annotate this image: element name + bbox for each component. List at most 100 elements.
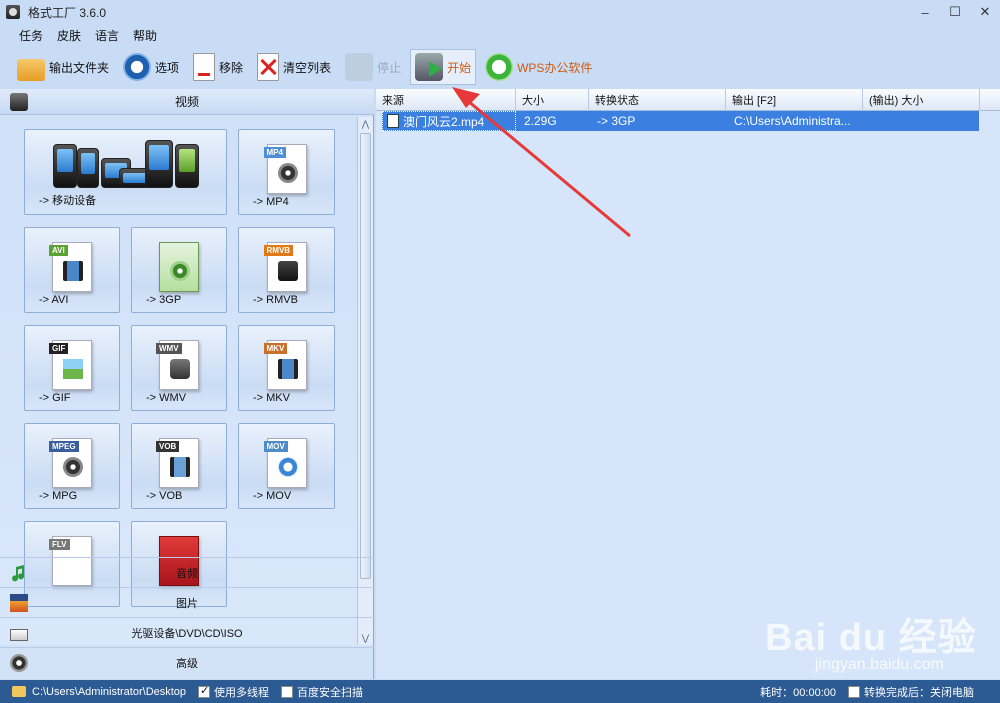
wps-label: WPS办公软件	[517, 60, 593, 75]
col-size[interactable]: 大小	[516, 89, 589, 111]
multithread-checkbox[interactable]	[198, 684, 211, 698]
menu-skin[interactable]: 皮肤	[50, 27, 88, 44]
multithread-label: 使用多线程	[214, 686, 270, 699]
rmvb-file-icon: RMVB	[263, 242, 307, 292]
tile-label: -> 3GP	[146, 294, 182, 306]
tile-mkv[interactable]: MKV -> MKV	[238, 325, 335, 411]
audio-label: 音频	[176, 567, 198, 580]
after-done-checkbox[interactable]	[848, 685, 860, 698]
cell-output-size	[863, 111, 979, 131]
cell-source: 澳门风云2.mp4	[382, 111, 516, 131]
mobile-devices-icon	[53, 138, 199, 188]
baidu-scan-checkbox[interactable]	[281, 685, 294, 698]
remove-label: 移除	[219, 60, 244, 75]
menu-task[interactable]: 任务	[12, 27, 50, 44]
tile-label: -> WMV	[146, 392, 187, 404]
mkv-file-icon: MKV	[263, 340, 307, 390]
folder-icon[interactable]	[12, 686, 26, 697]
stop-button[interactable]: 停止	[340, 49, 406, 85]
tile-mobile[interactable]: -> 移动设备	[24, 129, 227, 215]
menu-help[interactable]: 帮助	[126, 27, 164, 44]
folder-icon	[17, 59, 45, 81]
stop-label: 停止	[377, 60, 402, 75]
tile-label: -> MKV	[253, 392, 290, 404]
status-bar: C:\Users\Administrator\Desktop 使用多线程 百度安…	[0, 680, 1000, 703]
output-folder-button[interactable]: 输出文件夹	[12, 49, 114, 85]
wps-button[interactable]: WPS办公软件	[480, 49, 597, 85]
tile-mpg[interactable]: MPEG -> MPG	[24, 423, 120, 509]
output-folder-label: 输出文件夹	[49, 60, 110, 75]
category-advanced[interactable]: 高级	[0, 647, 374, 677]
image-label: 图片	[176, 597, 198, 610]
toolbar: 输出文件夹 选项 移除 清空列表 停止 开始 WPS办公软件	[0, 47, 1000, 87]
mpg-file-icon: MPEG	[49, 438, 92, 488]
baidu-watermark: Bai du 经验 jingyan.baidu.com	[765, 596, 985, 682]
clear-list-button[interactable]: 清空列表	[252, 49, 336, 85]
cell-status: -> 3GP	[597, 114, 636, 128]
play-icon	[415, 53, 444, 81]
tile-label: -> MOV	[253, 490, 292, 502]
tile-mov[interactable]: MOV -> MOV	[238, 423, 335, 509]
scroll-up-arrow[interactable]: ⋀	[358, 117, 373, 131]
options-button[interactable]: 选项	[118, 49, 184, 85]
col-status[interactable]: 转换状态	[589, 89, 726, 111]
table-row[interactable]: 澳门风云2.mp4 2.29G -> 3GP C:\Users\Administ…	[382, 111, 979, 131]
video-file-icon	[387, 114, 399, 128]
scroll-thumb[interactable]	[360, 133, 371, 579]
title-bar: 格式工厂 3.6.0 – ☐ ✕	[0, 0, 1000, 24]
video-category-header[interactable]: 视频	[0, 89, 374, 115]
menu-bar: 任务 皮肤 语言 帮助	[0, 24, 164, 46]
tile-label: -> 移动设备	[39, 195, 97, 207]
tile-label: -> MP4	[253, 196, 289, 208]
tile-3gp[interactable]: -> 3GP	[131, 227, 227, 313]
wmv-file-icon: WMV	[156, 340, 199, 390]
cell-output: C:\Users\Administra...	[734, 114, 851, 128]
category-rom[interactable]: 光驱设备\DVD\CD\ISO	[0, 617, 374, 647]
window-title: 格式工厂 3.6.0	[28, 5, 107, 20]
tile-wmv[interactable]: WMV -> WMV	[131, 325, 227, 411]
tile-mp4[interactable]: MP4 -> MP4	[238, 129, 335, 215]
tile-vob[interactable]: VOB -> VOB	[131, 423, 227, 509]
col-output[interactable]: 输出 [F2]	[726, 89, 863, 111]
mp4-file-icon: MP4	[263, 144, 307, 194]
vob-file-icon: VOB	[156, 438, 199, 488]
tile-label: -> VOB	[146, 490, 183, 502]
gear-icon	[123, 53, 152, 81]
category-audio[interactable]: 音频	[0, 557, 374, 587]
stop-icon	[345, 53, 374, 81]
tile-label: -> RMVB	[253, 294, 298, 306]
clear-list-label: 清空列表	[283, 60, 332, 75]
col-source[interactable]: 来源	[376, 89, 516, 111]
clear-list-icon	[257, 53, 280, 81]
task-list: 来源 大小 转换状态 输出 [F2] (输出) 大小 澳门风云2.mp4 2.2…	[376, 89, 1000, 679]
tile-rmvb[interactable]: RMVB -> RMVB	[238, 227, 335, 313]
col-output-size[interactable]: (输出) 大小	[863, 89, 980, 111]
options-label: 选项	[155, 60, 180, 75]
category-panel: 视频 -> 移动设备 MP4 -> MP4 AVI -> AVI -> 3GP …	[0, 89, 374, 679]
cell-size: 2.29G	[524, 114, 557, 128]
minimize-button[interactable]: –	[910, 0, 940, 24]
3gp-file-icon	[159, 242, 199, 292]
watermark-url: jingyan.baidu.com	[815, 656, 944, 673]
remove-button[interactable]: 移除	[188, 49, 248, 85]
tile-gif[interactable]: GIF -> GIF	[24, 325, 120, 411]
menu-language[interactable]: 语言	[88, 27, 126, 44]
start-label: 开始	[447, 60, 472, 75]
tile-avi[interactable]: AVI -> AVI	[24, 227, 120, 313]
output-path: C:\Users\Administrator\Desktop	[32, 685, 187, 698]
video-header-label: 视频	[174, 95, 199, 109]
advanced-label: 高级	[176, 657, 198, 670]
task-list-header: 来源 大小 转换状态 输出 [F2] (输出) 大小	[376, 89, 1000, 111]
avi-file-icon: AVI	[49, 242, 92, 292]
tile-label: -> MPG	[39, 490, 78, 502]
category-image[interactable]: 图片	[0, 587, 374, 617]
tile-label: -> AVI	[39, 294, 69, 306]
baidu-scan-label: 百度安全扫描	[297, 686, 364, 699]
watermark-brand: Bai du 经验	[765, 617, 977, 659]
maximize-button[interactable]: ☐	[940, 0, 970, 24]
start-button[interactable]: 开始	[410, 49, 477, 85]
gif-file-icon: GIF	[49, 340, 92, 390]
close-button[interactable]: ✕	[970, 0, 1000, 24]
mov-file-icon: MOV	[263, 438, 307, 488]
remove-icon	[193, 53, 216, 81]
